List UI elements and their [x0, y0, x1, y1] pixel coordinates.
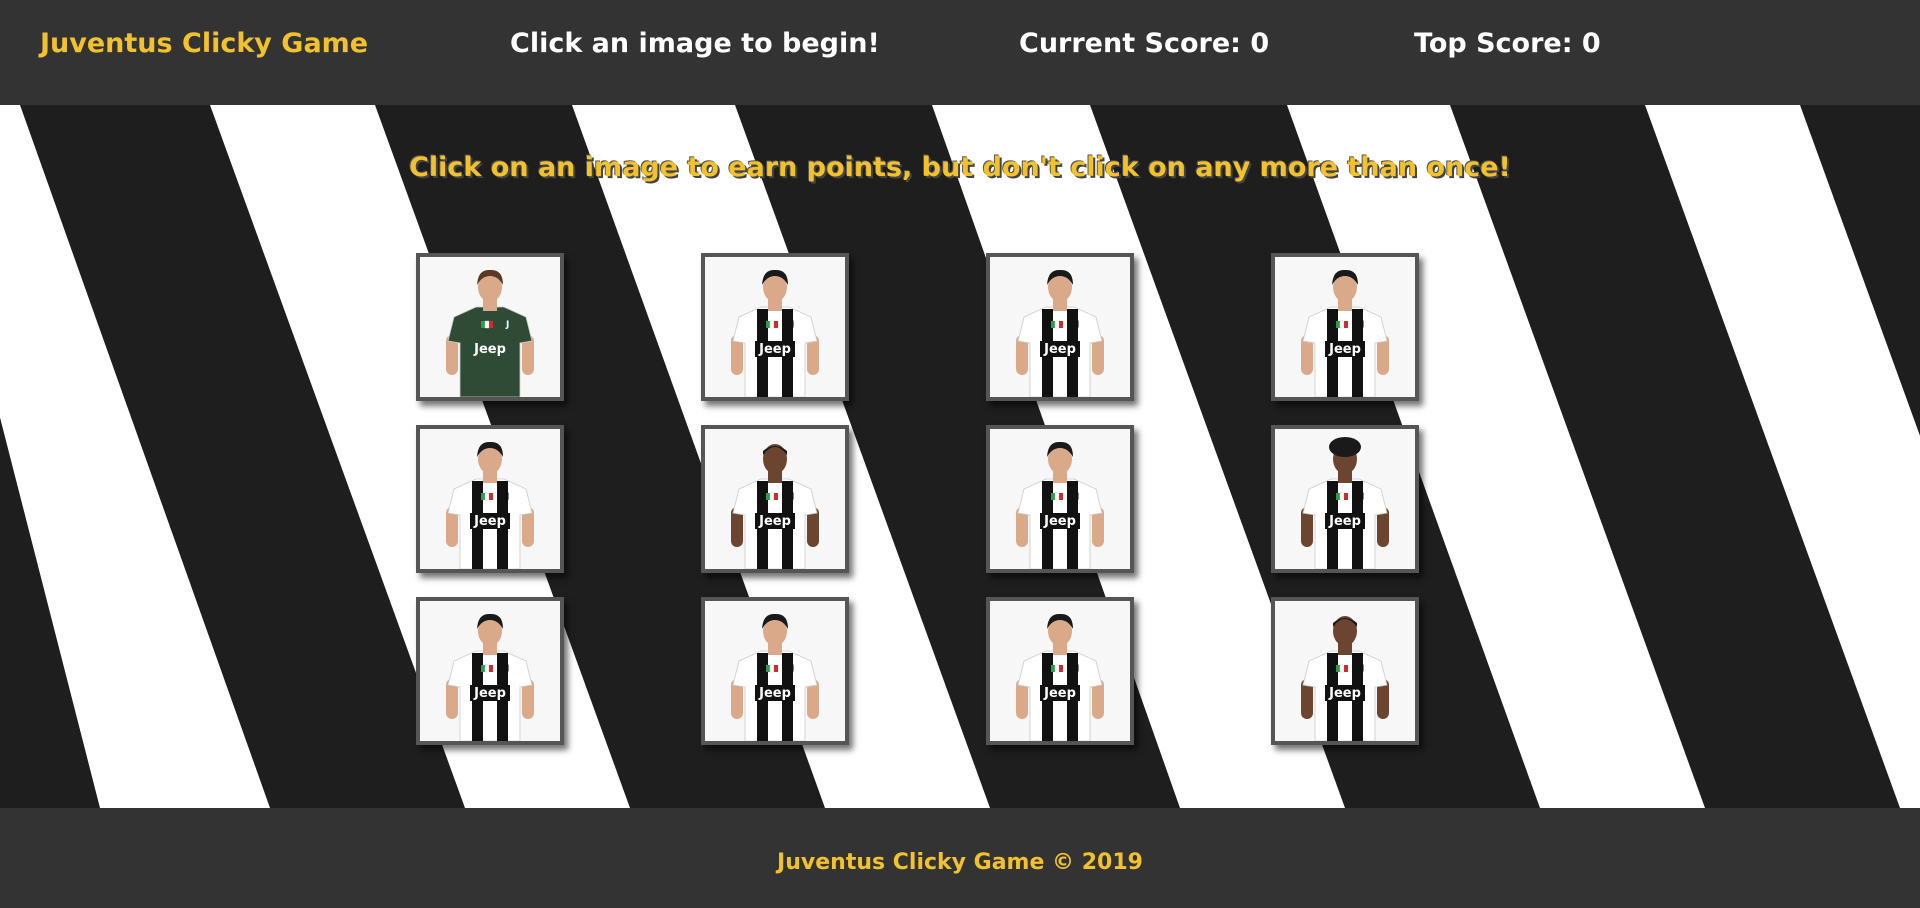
player-photo: Jeep J: [1275, 601, 1415, 741]
svg-text:Jeep: Jeep: [1043, 686, 1076, 701]
svg-text:J: J: [1075, 320, 1079, 330]
game-message: Click an image to begin!: [510, 28, 880, 59]
player-photo: Jeep J: [420, 601, 560, 741]
svg-text:J: J: [1360, 492, 1364, 502]
svg-text:J: J: [1075, 664, 1079, 674]
player-photo: Jeep J: [705, 429, 845, 569]
player-card[interactable]: Jeep J: [986, 597, 1134, 745]
player-card[interactable]: Jeep J: [416, 425, 564, 573]
svg-text:Jeep: Jeep: [758, 514, 791, 529]
player-photo: Jeep J: [420, 257, 560, 397]
svg-text:J: J: [1075, 492, 1079, 502]
player-card[interactable]: Jeep J: [701, 597, 849, 745]
player-photo: Jeep J: [990, 429, 1130, 569]
svg-text:J: J: [790, 320, 794, 330]
top-score: Top Score: 0: [1414, 28, 1601, 59]
svg-text:Jeep: Jeep: [758, 686, 791, 701]
svg-text:J: J: [505, 320, 509, 330]
footer-text: Juventus Clicky Game © 2019: [777, 850, 1143, 875]
svg-text:J: J: [505, 664, 509, 674]
svg-text:Jeep: Jeep: [473, 514, 506, 529]
player-card[interactable]: Jeep J: [416, 253, 564, 401]
svg-text:Jeep: Jeep: [1328, 686, 1361, 701]
card-grid: Jeep J Jeep J Jeep J Jeep J Jeep J Jeep J Jeep…: [0, 105, 1920, 808]
player-card[interactable]: Jeep J: [701, 253, 849, 401]
svg-text:Jeep: Jeep: [1043, 514, 1076, 529]
player-card[interactable]: Jeep J: [1271, 253, 1419, 401]
svg-text:J: J: [505, 492, 509, 502]
player-photo: Jeep J: [1275, 429, 1415, 569]
svg-text:Jeep: Jeep: [1328, 514, 1361, 529]
svg-text:Jeep: Jeep: [1328, 342, 1361, 357]
svg-text:J: J: [1360, 320, 1364, 330]
player-card[interactable]: Jeep J: [1271, 425, 1419, 573]
svg-text:Jeep: Jeep: [1043, 342, 1076, 357]
svg-text:J: J: [790, 492, 794, 502]
navbar: Juventus Clicky Game Click an image to b…: [0, 0, 1920, 105]
player-photo: Jeep J: [990, 257, 1130, 397]
footer: Juventus Clicky Game © 2019: [0, 808, 1920, 908]
player-card[interactable]: Jeep J: [986, 425, 1134, 573]
svg-text:J: J: [1360, 664, 1364, 674]
player-photo: Jeep J: [1275, 257, 1415, 397]
svg-text:Jeep: Jeep: [473, 342, 506, 357]
player-photo: Jeep J: [990, 601, 1130, 741]
brand-title[interactable]: Juventus Clicky Game: [40, 28, 368, 60]
svg-text:J: J: [790, 664, 794, 674]
player-card[interactable]: Jeep J: [986, 253, 1134, 401]
game-board: Click on an image to earn points, but do…: [0, 105, 1920, 808]
player-photo: Jeep J: [705, 601, 845, 741]
player-card[interactable]: Jeep J: [701, 425, 849, 573]
player-photo: Jeep J: [705, 257, 845, 397]
svg-text:Jeep: Jeep: [758, 342, 791, 357]
player-photo: Jeep J: [420, 429, 560, 569]
player-card[interactable]: Jeep J: [416, 597, 564, 745]
player-card[interactable]: Jeep J: [1271, 597, 1419, 745]
current-score: Current Score: 0: [1019, 28, 1270, 59]
svg-text:Jeep: Jeep: [473, 686, 506, 701]
